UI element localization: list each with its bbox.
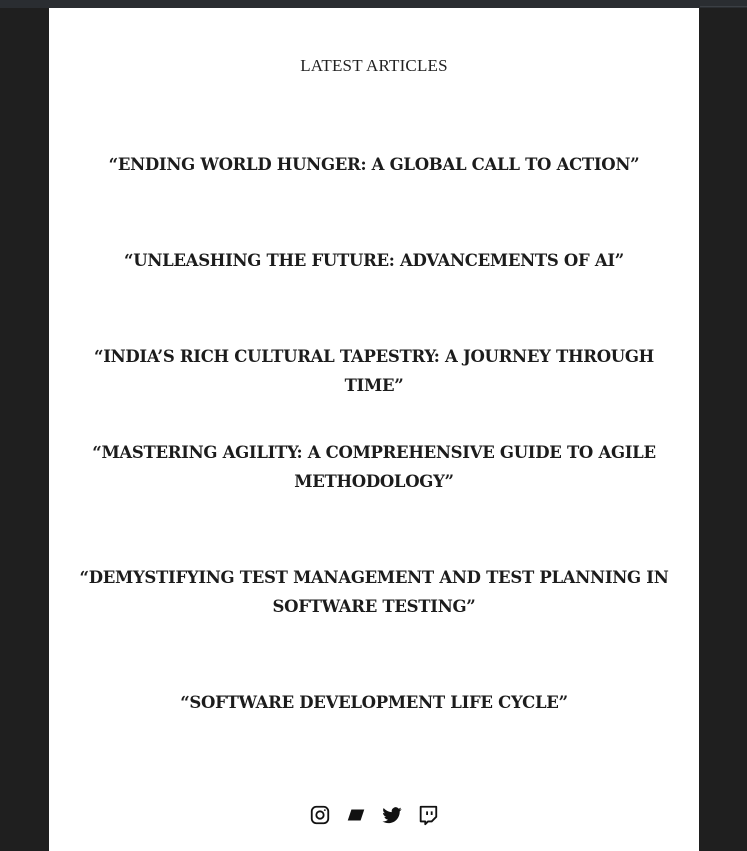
list-item: “SOFTWARE DEVELOPMENT LIFE CYCLE” bbox=[49, 688, 699, 717]
twitter-icon bbox=[381, 804, 403, 826]
list-item: “DEMYSTIFYING TEST MANAGEMENT AND TEST P… bbox=[49, 563, 699, 621]
article-link-2[interactable]: “UNLEASHING THE FUTURE: ADVANCEMENTS OF … bbox=[124, 246, 624, 275]
twitch-link[interactable] bbox=[417, 804, 439, 826]
bandcamp-link[interactable] bbox=[345, 804, 367, 826]
list-item: “INDIA’S RICH CULTURAL TAPESTRY: A JOURN… bbox=[49, 342, 699, 400]
article-link-3[interactable]: “INDIA’S RICH CULTURAL TAPESTRY: A JOURN… bbox=[74, 342, 674, 400]
bandcamp-icon bbox=[345, 804, 367, 826]
browser-top-bar bbox=[0, 0, 747, 8]
list-item: “UNLEASHING THE FUTURE: ADVANCEMENTS OF … bbox=[49, 246, 699, 275]
social-links bbox=[49, 804, 699, 826]
article-link-6[interactable]: “SOFTWARE DEVELOPMENT LIFE CYCLE” bbox=[180, 688, 568, 717]
article-list: “ENDING WORLD HUNGER: A GLOBAL CALL TO A… bbox=[49, 8, 699, 851]
article-link-4[interactable]: “MASTERING AGILITY: A COMPREHENSIVE GUID… bbox=[74, 438, 674, 496]
instagram-link[interactable] bbox=[309, 804, 331, 826]
instagram-icon bbox=[309, 804, 331, 826]
twitch-icon bbox=[417, 804, 439, 826]
top-bar-divider bbox=[700, 6, 747, 7]
content-panel: LATEST ARTICLES “ENDING WORLD HUNGER: A … bbox=[49, 8, 699, 851]
list-item: “MASTERING AGILITY: A COMPREHENSIVE GUID… bbox=[49, 438, 699, 496]
twitter-link[interactable] bbox=[381, 804, 403, 826]
article-link-1[interactable]: “ENDING WORLD HUNGER: A GLOBAL CALL TO A… bbox=[109, 150, 640, 179]
list-item: “ENDING WORLD HUNGER: A GLOBAL CALL TO A… bbox=[49, 150, 699, 179]
article-link-5[interactable]: “DEMYSTIFYING TEST MANAGEMENT AND TEST P… bbox=[74, 563, 674, 621]
